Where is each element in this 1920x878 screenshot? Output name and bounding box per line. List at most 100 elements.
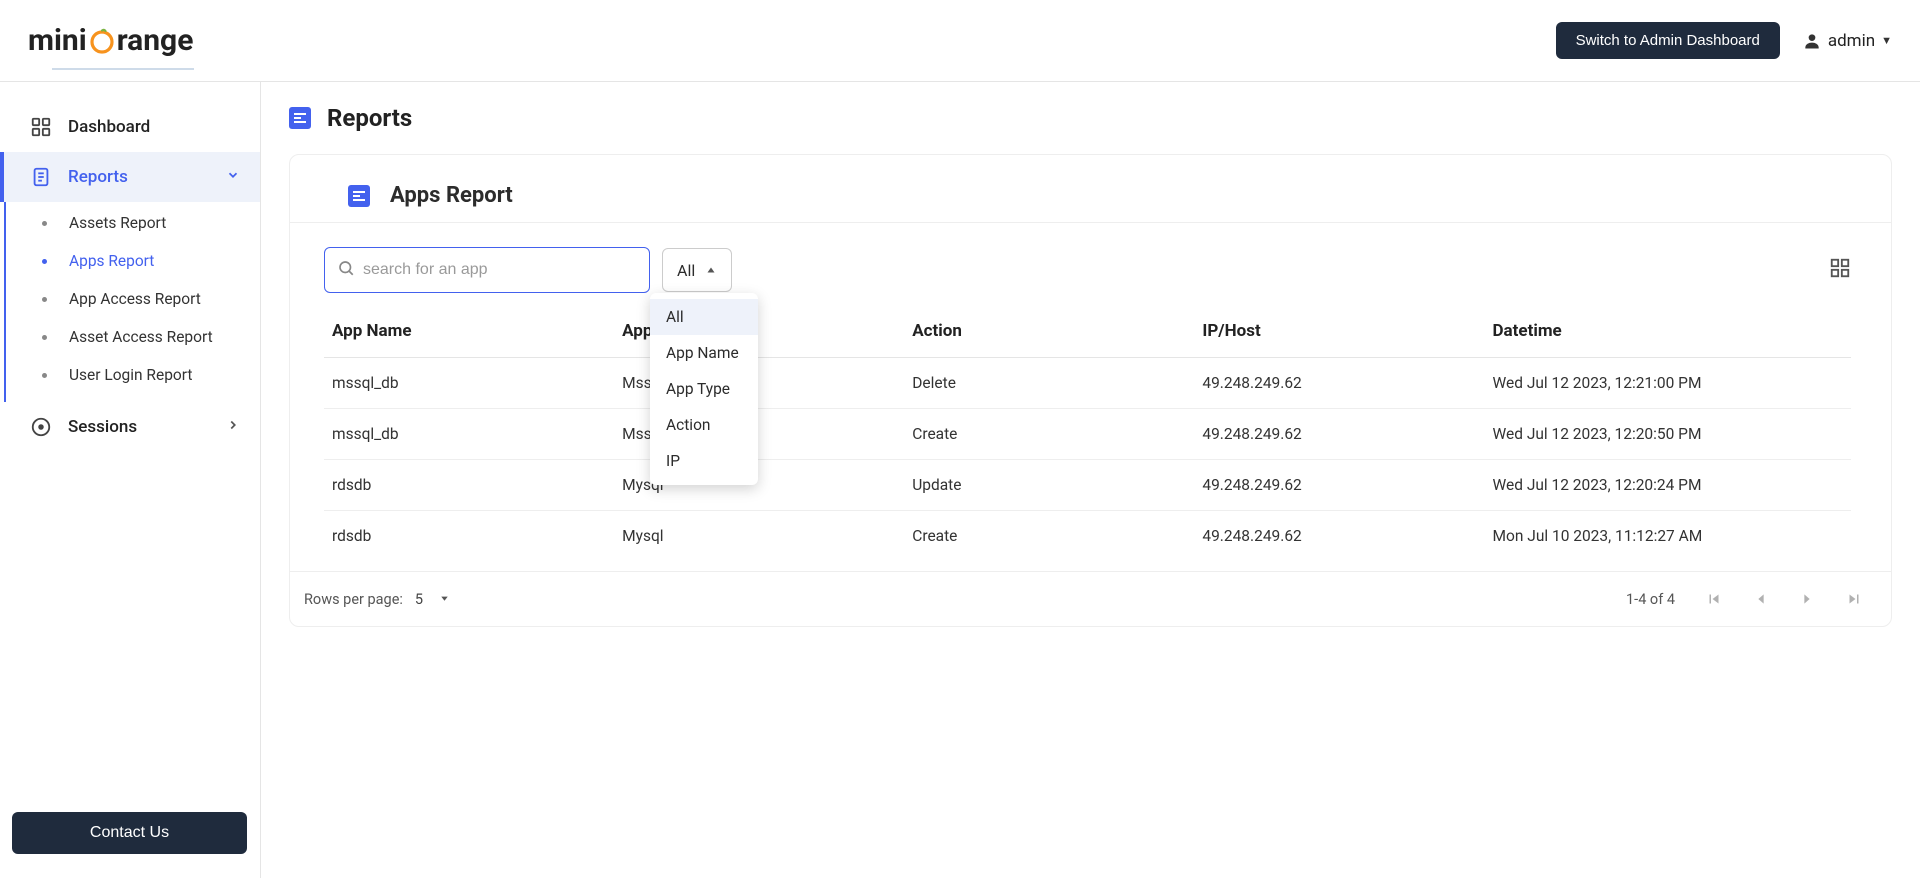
caret-down-icon — [439, 591, 450, 608]
page-title: Reports — [327, 104, 412, 132]
dashboard-icon — [30, 116, 52, 138]
cell-app-name: rdsdb — [332, 527, 371, 545]
user-menu[interactable]: admin ▼ — [1802, 31, 1892, 51]
cell-ip: 49.248.249.62 — [1202, 476, 1301, 494]
cell-action: Create — [912, 425, 957, 443]
filter-select[interactable]: All — [662, 248, 732, 292]
apps-report-table: App Name App Type Action IP/Host Datetim… — [324, 305, 1851, 561]
sessions-icon — [30, 416, 52, 438]
app-logo: mini range — [28, 23, 193, 58]
caret-down-icon: ▼ — [1881, 34, 1892, 47]
chevron-right-icon — [226, 417, 240, 437]
filter-option-all[interactable]: All — [650, 299, 758, 335]
report-card: Apps Report All — [289, 154, 1892, 627]
pagination: 1-4 of 4 — [1626, 590, 1863, 608]
reports-icon — [30, 166, 52, 188]
logo-underline — [52, 68, 194, 70]
cell-datetime: Mon Jul 10 2023, 11:12:27 AM — [1493, 527, 1703, 545]
cell-app-name: mssql_db — [332, 374, 399, 392]
search-icon — [337, 259, 355, 281]
sidebar-item-label: Reports — [68, 167, 128, 187]
card-footer: Rows per page: 5 1-4 of 4 — [290, 571, 1891, 626]
rows-per-page-select[interactable]: 5 — [415, 591, 450, 608]
filter-option-app-name[interactable]: App Name — [650, 335, 758, 371]
search-field-wrap[interactable] — [324, 247, 650, 293]
page-header-row: Reports — [289, 104, 1892, 132]
bullet-icon — [42, 373, 47, 378]
chevron-down-icon — [226, 167, 240, 187]
logo-pre: mini — [28, 23, 87, 58]
sidebar-item-dashboard[interactable]: Dashboard — [0, 102, 260, 152]
main-content: Reports Apps Report Al — [261, 82, 1920, 878]
prev-page-icon[interactable] — [1753, 591, 1769, 607]
switch-dashboard-button[interactable]: Switch to Admin Dashboard — [1556, 22, 1780, 59]
bullet-icon — [42, 221, 47, 226]
col-ip-host: IP/Host — [1202, 321, 1260, 341]
sidebar-sub-user-login-report[interactable]: User Login Report — [6, 356, 260, 394]
filter-option-ip[interactable]: IP — [650, 443, 758, 479]
cell-app-name: rdsdb — [332, 476, 371, 494]
cell-action: Create — [912, 527, 957, 545]
sidebar-sub-apps-report[interactable]: Apps Report — [6, 242, 260, 280]
bullet-icon — [42, 335, 47, 340]
col-app-name: App Name — [332, 321, 412, 341]
view-toggle-icon[interactable] — [1829, 257, 1851, 283]
first-page-icon[interactable] — [1705, 590, 1723, 608]
cell-datetime: Wed Jul 12 2023, 12:20:24 PM — [1493, 476, 1702, 494]
sidebar-sub-label: User Login Report — [69, 366, 192, 384]
cell-ip: 49.248.249.62 — [1202, 425, 1301, 443]
reports-subnav: Assets Report Apps Report App Access Rep… — [4, 202, 260, 402]
sidebar-sub-label: Asset Access Report — [69, 328, 213, 346]
card-header: Apps Report — [290, 155, 1891, 223]
cell-action: Update — [912, 476, 961, 494]
filter-selected-label: All — [677, 261, 695, 280]
sidebar-item-label: Sessions — [68, 417, 137, 437]
pagination-range: 1-4 of 4 — [1626, 591, 1675, 608]
cell-ip: 49.248.249.62 — [1202, 527, 1301, 545]
toolbar: All — [324, 247, 1851, 293]
table-row: mssql_db Mssql Delete 49.248.249.62 Wed … — [324, 358, 1851, 409]
card-title: Apps Report — [390, 183, 513, 208]
cell-app-type: Mysql — [622, 527, 663, 545]
user-name: admin — [1828, 31, 1875, 51]
document-icon — [289, 107, 311, 129]
rows-per-page-label: Rows per page: — [304, 591, 403, 608]
cell-ip: 49.248.249.62 — [1202, 374, 1301, 392]
table-row: mssql_db Mssql Create 49.248.249.62 Wed … — [324, 409, 1851, 460]
last-page-icon[interactable] — [1845, 590, 1863, 608]
rows-per-page: Rows per page: 5 — [304, 591, 450, 608]
filter-option-action[interactable]: Action — [650, 407, 758, 443]
cell-action: Delete — [912, 374, 956, 392]
sidebar-sub-label: Apps Report — [69, 252, 154, 270]
cell-datetime: Wed Jul 12 2023, 12:20:50 PM — [1493, 425, 1702, 443]
card-body: All All App Name App Type Action IP — [290, 223, 1891, 571]
sidebar: Dashboard Reports Assets Report Apps Rep… — [0, 82, 261, 878]
bullet-icon — [42, 297, 47, 302]
sidebar-sub-label: App Access Report — [69, 290, 201, 308]
sidebar-item-sessions[interactable]: Sessions — [0, 402, 260, 452]
rows-per-page-value: 5 — [415, 591, 423, 608]
table-header-row: App Name App Type Action IP/Host Datetim… — [324, 305, 1851, 358]
app-header: mini range Switch to Admin Dashboard adm… — [0, 0, 1920, 82]
filter-option-app-type[interactable]: App Type — [650, 371, 758, 407]
logo-orange-icon — [88, 27, 116, 55]
sidebar-sub-asset-access-report[interactable]: Asset Access Report — [6, 318, 260, 356]
document-icon — [348, 185, 370, 207]
col-action: Action — [912, 321, 962, 341]
contact-us-button[interactable]: Contact Us — [12, 812, 247, 854]
table-row: rdsdb Mysql Create 49.248.249.62 Mon Jul… — [324, 511, 1851, 562]
next-page-icon[interactable] — [1799, 591, 1815, 607]
cell-datetime: Wed Jul 12 2023, 12:21:00 PM — [1493, 374, 1702, 392]
sidebar-sub-assets-report[interactable]: Assets Report — [6, 204, 260, 242]
logo-post: range — [117, 23, 194, 58]
bullet-icon — [42, 259, 47, 264]
sidebar-sub-app-access-report[interactable]: App Access Report — [6, 280, 260, 318]
sidebar-item-reports[interactable]: Reports — [0, 152, 260, 202]
user-icon — [1802, 31, 1822, 51]
sidebar-item-label: Dashboard — [68, 117, 150, 137]
col-datetime: Datetime — [1493, 321, 1562, 341]
search-input[interactable] — [363, 261, 637, 279]
caret-up-icon — [705, 261, 717, 280]
cell-app-name: mssql_db — [332, 425, 399, 443]
sidebar-sub-label: Assets Report — [69, 214, 166, 232]
